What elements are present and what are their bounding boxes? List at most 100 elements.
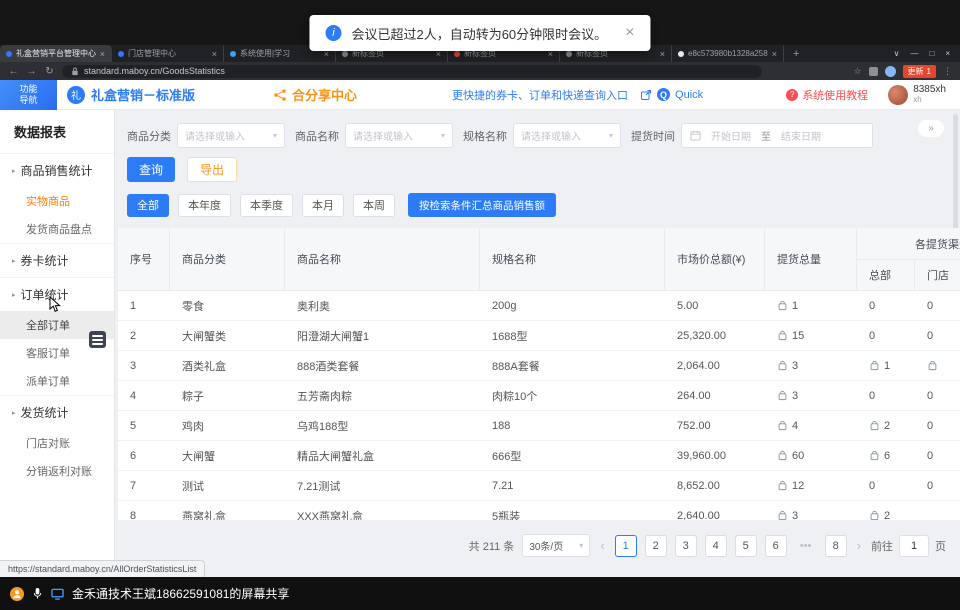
pickup-bag-icon: [777, 330, 788, 341]
pickup-count: 2: [884, 420, 890, 432]
action-buttons: 查询 导出: [127, 157, 237, 182]
cell-hq: 0: [857, 321, 915, 350]
tutorial-link[interactable]: ? 系统使用教程: [786, 87, 868, 103]
collapse-panel-button[interactable]: »: [918, 120, 944, 137]
pickup-count: 15: [792, 330, 804, 342]
cell-hq: 6: [857, 441, 915, 470]
sidebar-section-header[interactable]: ▸券卡统计: [0, 244, 114, 277]
filter-select[interactable]: 请选择或输入▾: [177, 123, 285, 148]
sidebar-sections: ▸商品销售统计实物商品发货商品盘点▸券卡统计▸订单统计全部订单客服订单派单订单▸…: [0, 153, 114, 485]
prev-page-icon[interactable]: ‹: [598, 538, 606, 553]
tab-search-icon[interactable]: ∨: [894, 49, 900, 58]
cell-no: 4: [118, 381, 170, 410]
goto-page-input[interactable]: 1: [899, 535, 929, 557]
cell-spec: 888A套餐: [480, 351, 665, 380]
microphone-icon: [32, 587, 43, 600]
tab-close-icon[interactable]: ×: [100, 49, 105, 59]
filter-select[interactable]: 请选择或输入▾: [345, 123, 453, 148]
sidebar-item[interactable]: 派单订单: [0, 367, 114, 395]
tab-favicon-icon: [566, 51, 572, 57]
function-nav-toggle[interactable]: 功能 导航: [0, 80, 57, 110]
quick-link[interactable]: Q Quick: [640, 88, 703, 101]
browser-tab[interactable]: e8c573980b1328a258fd2e6f×: [672, 45, 784, 62]
summary-button[interactable]: 按检索条件汇总商品销售额: [408, 193, 556, 217]
export-button[interactable]: 导出: [187, 157, 237, 182]
extensions-icon[interactable]: [869, 67, 878, 76]
table-row: 2大闸蟹类阳澄湖大闸蟹11688型25,320.001500: [118, 321, 960, 351]
sidebar-item[interactable]: 门店对账: [0, 429, 114, 457]
help-icon: ?: [786, 89, 798, 101]
pickup-count: 0: [869, 300, 875, 312]
sidebar-item[interactable]: 分销返利对账: [0, 457, 114, 485]
share-center-link[interactable]: 合分享中心: [273, 85, 357, 104]
cell-store: 0: [915, 411, 960, 440]
menu-kebab-icon[interactable]: ⋮: [943, 66, 952, 77]
page-button[interactable]: 8: [825, 535, 847, 557]
sidebar-item[interactable]: 实物商品: [0, 187, 114, 215]
cell-spec: 1688型: [480, 321, 665, 350]
back-icon[interactable]: ←: [8, 66, 19, 77]
pickup-count: 0: [927, 420, 933, 432]
range-button[interactable]: 本季度: [240, 194, 293, 217]
pickup-bag-icon: [777, 480, 788, 491]
date-end-placeholder: 结束日期: [781, 128, 821, 143]
tab-favicon-icon: [118, 51, 124, 57]
page-button[interactable]: 5: [735, 535, 757, 557]
sidebar-section-header[interactable]: ▸订单统计: [0, 278, 114, 311]
minimize-button[interactable]: —: [910, 49, 918, 58]
address-bar[interactable]: standard.maboy.cn/GoodsStatistics: [62, 65, 762, 78]
new-tab-button[interactable]: +: [784, 45, 808, 62]
tab-close-icon[interactable]: ×: [212, 49, 217, 59]
range-button[interactable]: 本月: [302, 194, 344, 217]
browser-tab[interactable]: 礼盒营销平台管理中心×: [0, 45, 112, 62]
sidebar-section-label: 券卡统计: [21, 252, 69, 269]
toast-close-icon[interactable]: ×: [625, 24, 634, 42]
tab-close-icon[interactable]: ×: [772, 49, 777, 59]
window-close-button[interactable]: ×: [945, 49, 950, 58]
page-button[interactable]: 4: [705, 535, 727, 557]
cell-name: 888酒类套餐: [285, 351, 480, 380]
sidebar-item[interactable]: 发货商品盘点: [0, 215, 114, 243]
update-chip[interactable]: 更新 1: [903, 65, 936, 78]
cell-amount: 2,064.00: [665, 351, 765, 380]
filter-select[interactable]: 请选择或输入▾: [513, 123, 621, 148]
forward-icon[interactable]: →: [26, 66, 37, 77]
cell-spec: 7.21: [480, 471, 665, 500]
maximize-button[interactable]: □: [929, 49, 934, 58]
tab-close-icon[interactable]: ×: [660, 49, 665, 59]
sidebar-title: 数据报表: [0, 110, 114, 153]
browser-tab[interactable]: 门店管理中心×: [112, 45, 224, 62]
page-button[interactable]: 6: [765, 535, 787, 557]
page-button[interactable]: 2: [645, 535, 667, 557]
goto-page: 前往 1 页: [871, 535, 946, 557]
pickup-bag-icon: [927, 360, 938, 371]
page-unit-label: 页: [935, 538, 946, 554]
pickup-count: 0: [869, 480, 875, 492]
page-button[interactable]: 3: [675, 535, 697, 557]
range-button[interactable]: 本年度: [178, 194, 231, 217]
next-page-icon[interactable]: ›: [855, 538, 863, 553]
bookmark-star-icon[interactable]: ☆: [853, 66, 861, 77]
brand[interactable]: 礼 礼盒营销－标准版: [67, 85, 195, 104]
range-button[interactable]: 本周: [353, 194, 395, 217]
header-hq: 总部: [857, 260, 915, 290]
table-body: 1零食奥利奥200g5.001002大闸蟹类阳澄湖大闸蟹11688型25,320…: [118, 291, 960, 520]
pickup-bag-icon: [777, 510, 788, 520]
user-menu[interactable]: 8385xh xh: [888, 85, 946, 105]
reload-icon[interactable]: ↻: [44, 66, 55, 77]
header-name: 商品名称: [285, 228, 480, 290]
page-button[interactable]: 1: [615, 535, 637, 557]
table-header: 序号 商品分类 商品名称 规格名称 市场价总额(¥) 提货总量 各提货渠道 总部…: [118, 228, 960, 291]
cell-category: 大闸蟹: [170, 441, 285, 470]
search-button[interactable]: 查询: [127, 157, 175, 182]
sidebar-section-header[interactable]: ▸发货统计: [0, 396, 114, 429]
page-size-select[interactable]: 30条/页 ▾: [522, 534, 590, 557]
date-range-input[interactable]: 开始日期 至 结束日期: [681, 123, 873, 148]
profile-avatar[interactable]: [885, 66, 896, 77]
cell-category: 大闸蟹类: [170, 321, 285, 350]
range-button[interactable]: 全部: [127, 194, 169, 217]
cell-hq: 0: [857, 381, 915, 410]
table-row: 4粽子五芳斋肉粽肉粽10个264.00300: [118, 381, 960, 411]
menu-handle[interactable]: [89, 331, 106, 348]
sidebar-section-header[interactable]: ▸商品销售统计: [0, 154, 114, 187]
